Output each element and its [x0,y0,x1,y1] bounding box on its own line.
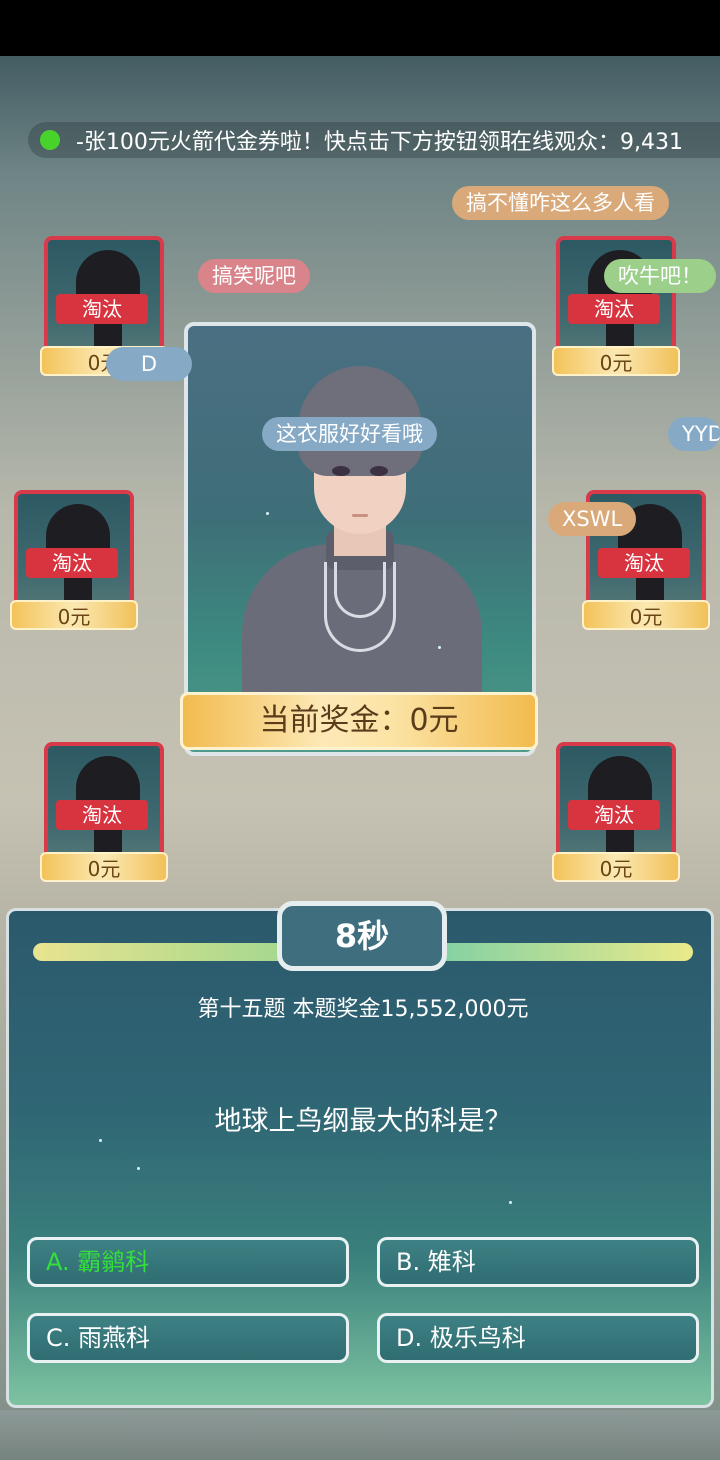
question-meta: 第十五题 本题奖金15,552,000元 [197,997,529,1022]
player-card: 淘汰 0元 [10,490,138,634]
danmaku-comment: 吹牛吧！ [604,259,716,293]
danmaku-comment: 搞不懂咋这么多人看 [452,186,669,220]
current-prize: 当前奖金：0元 [180,692,538,750]
eliminated-badge: 淘汰 [598,548,690,578]
player-money: 0元 [552,346,680,376]
player-money: 0元 [552,852,680,882]
bottom-decoration [0,1410,720,1460]
announcement-ticker: -张100元火箭代金券啦！快点击下方按钮领取 在线观众：9,431 [28,122,720,158]
player-money: 0元 [582,600,710,630]
eliminated-badge: 淘汰 [26,548,118,578]
danmaku-comment: 这衣服好好看哦 [262,417,437,451]
answer-option-c[interactable]: C. 雨燕科 [27,1313,349,1363]
eliminated-badge: 淘汰 [56,800,148,830]
status-bar [0,0,720,56]
answer-option-a[interactable]: A. 霸鹟科 [27,1237,349,1287]
answer-option-b[interactable]: B. 雉科 [377,1237,699,1287]
host-avatar [236,366,488,714]
player-money: 0元 [10,600,138,630]
eliminated-badge: 淘汰 [568,294,660,324]
ticker-message: -张100元火箭代金券啦！快点击下方按钮领取 [76,130,510,155]
danmaku-comment: XSWL [548,502,637,536]
eliminated-badge: 淘汰 [568,800,660,830]
quiz-panel: 8秒 第十五题 本题奖金15,552,000元 地球上鸟纲最大的科是？ A. 霸… [6,901,714,1408]
danmaku-comment: D [106,347,192,381]
player-card: 淘汰 0元 [552,742,680,886]
danmaku-comment: YYDS [668,417,720,451]
online-indicator-icon [40,130,60,150]
question-text: 地球上鸟纲最大的科是？ [214,1106,512,1137]
host-card [184,322,536,756]
answer-option-d[interactable]: D. 极乐鸟科 [377,1313,699,1363]
countdown-timer: 8秒 [277,901,447,971]
player-card: 淘汰 0元 [552,236,680,380]
player-money: 0元 [40,852,168,882]
player-card: 淘汰 0元 [40,742,168,886]
viewer-count: 在线观众：9,431 [510,130,683,155]
eliminated-badge: 淘汰 [56,294,148,324]
danmaku-comment: 搞笑呢吧 [198,259,310,293]
